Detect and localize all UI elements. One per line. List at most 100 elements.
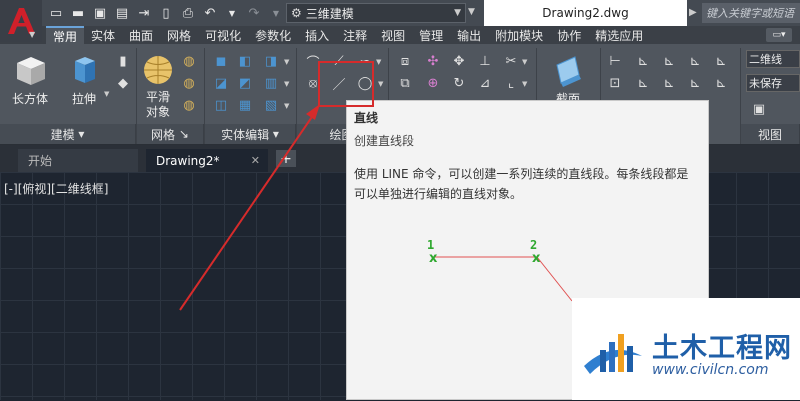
- viewport-config-icon[interactable]: ▣: [750, 100, 768, 118]
- export-icon[interactable]: ⇥: [134, 3, 154, 23]
- civilcn-logo-icon: [584, 334, 642, 374]
- tab-view[interactable]: 视图: [374, 26, 412, 44]
- new-tab-button[interactable]: +: [276, 150, 296, 167]
- title-bar: ▭ ▬ ▣ ▤ ⇥ ▯ ⎙ ↶ ▼ ↷ ▼ ⚙ 三维建模 ▼ ▼ Drawing…: [0, 0, 800, 26]
- ucs-icon[interactable]: ⊢: [606, 52, 624, 70]
- extract-edges-icon[interactable]: ◩: [236, 74, 254, 92]
- mesh-edit-icon[interactable]: ◍: [180, 96, 198, 114]
- open-icon[interactable]: ▬: [68, 3, 88, 23]
- box-icon: [10, 50, 50, 90]
- application-menu-button[interactable]: ▼ A: [0, 0, 42, 42]
- watermark-title: 土木工程网: [652, 333, 792, 364]
- tab-start-label: 开始: [28, 154, 53, 168]
- chevron-right-icon[interactable]: ▶: [689, 7, 697, 18]
- draw-dropdown-2-icon[interactable]: ▼: [378, 80, 383, 88]
- subtract-icon[interactable]: ◪: [212, 74, 230, 92]
- view-combo[interactable]: 未保存: [746, 74, 800, 92]
- section-plane-button[interactable]: 截面: [548, 50, 588, 107]
- intersect-icon[interactable]: ◫: [212, 96, 230, 114]
- thicken-icon[interactable]: ▦: [236, 96, 254, 114]
- mesh-crease-icon[interactable]: ◍: [180, 74, 198, 92]
- ribbon-minimize-button[interactable]: ▭▾: [766, 28, 792, 42]
- save-as-icon[interactable]: ▤: [112, 3, 132, 23]
- tab-output[interactable]: 输出: [450, 26, 488, 44]
- tab-start[interactable]: 开始: [18, 149, 138, 172]
- interfere-icon[interactable]: ◨: [262, 52, 280, 70]
- shell-icon[interactable]: ▥: [262, 74, 280, 92]
- box-button[interactable]: 长方体: [10, 50, 50, 107]
- section-plane-icon: [548, 50, 588, 90]
- workspace-selector[interactable]: ⚙ 三维建模 ▼: [286, 3, 466, 23]
- point-2-marker-icon: x: [532, 251, 541, 266]
- tab-addins[interactable]: 附加模块: [488, 26, 550, 44]
- tab-home[interactable]: 常用: [46, 26, 85, 44]
- print-icon[interactable]: ⎙: [178, 3, 198, 23]
- search-input[interactable]: 键入关键字或短语: [702, 3, 800, 23]
- tab-insert[interactable]: 插入: [298, 26, 336, 44]
- ucs-x-icon[interactable]: ⊾: [686, 74, 704, 92]
- mesh-panel-footer[interactable]: 网格 ↘: [137, 124, 204, 144]
- offset-icon[interactable]: ⧉: [396, 74, 414, 92]
- new-icon[interactable]: ▭: [46, 3, 66, 23]
- tab-mesh[interactable]: 网格: [160, 26, 198, 44]
- redo-icon[interactable]: ↷: [244, 3, 264, 23]
- ucs-origin-icon[interactable]: ⊾: [660, 52, 678, 70]
- extrude-dropdown-icon[interactable]: ▼: [104, 90, 109, 98]
- polysolid-icon[interactable]: ◆: [114, 74, 132, 92]
- tab-collaborate[interactable]: 协作: [550, 26, 588, 44]
- rotate-icon[interactable]: ↻: [450, 74, 468, 92]
- ucs-z-icon[interactable]: ⊾: [686, 52, 704, 70]
- ucs-world-icon[interactable]: ⊾: [634, 52, 652, 70]
- redo-dropdown-icon[interactable]: ▼: [266, 3, 286, 23]
- chevron-down-icon: ▼: [454, 8, 461, 18]
- presspull-icon[interactable]: ▮: [114, 52, 132, 70]
- fillet-icon[interactable]: ⌞: [502, 74, 520, 92]
- extrude-button[interactable]: 拉伸: [64, 50, 104, 107]
- gear-icon: ⚙: [291, 6, 302, 20]
- tab-annotate[interactable]: 注释: [336, 26, 374, 44]
- solid-edit-panel-footer[interactable]: 实体编辑 ▾: [205, 124, 296, 144]
- mirror-icon[interactable]: ⧈: [396, 52, 414, 70]
- ucs-view-icon[interactable]: ⊡: [606, 74, 624, 92]
- move-icon[interactable]: ✥: [450, 52, 468, 70]
- tab-featured-apps[interactable]: 精选应用: [588, 26, 650, 44]
- customize-qat-icon[interactable]: ▼: [468, 7, 475, 17]
- point-2-label: 2: [530, 238, 537, 252]
- undo-dropdown-icon[interactable]: ▼: [222, 3, 242, 23]
- slice-icon[interactable]: ◧: [236, 52, 254, 70]
- stretch-icon[interactable]: ⊿: [476, 74, 494, 92]
- share-icon[interactable]: ▯: [156, 3, 176, 23]
- union-icon[interactable]: ◼: [212, 52, 230, 70]
- viewport-controls[interactable]: [-][俯视][二维线框]: [4, 180, 108, 197]
- ucs-3point-icon[interactable]: ⊾: [712, 52, 730, 70]
- view-panel-footer[interactable]: 视图: [741, 124, 800, 144]
- 3d-rotate-icon[interactable]: ⊕: [424, 74, 442, 92]
- undo-icon[interactable]: ↶: [200, 3, 220, 23]
- close-icon[interactable]: ✕: [251, 154, 260, 167]
- modify-dropdown-1-icon[interactable]: ▼: [522, 58, 527, 66]
- ucs-object-icon[interactable]: ⊾: [634, 74, 652, 92]
- tab-drawing2[interactable]: Drawing2* ✕: [146, 149, 268, 172]
- tab-visualize[interactable]: 可视化: [198, 26, 248, 44]
- separate-icon[interactable]: ▧: [262, 96, 280, 114]
- solid-edit-dropdown-3-icon[interactable]: ▼: [284, 102, 289, 110]
- modeling-panel-footer[interactable]: 建模 ▾: [0, 124, 136, 144]
- solid-edit-dropdown-1-icon[interactable]: ▼: [284, 58, 289, 66]
- 3d-move-icon[interactable]: ✣: [424, 52, 442, 70]
- tab-solid[interactable]: 实体: [84, 26, 122, 44]
- tab-surface[interactable]: 曲面: [122, 26, 160, 44]
- align-icon[interactable]: ⊥: [476, 52, 494, 70]
- visual-style-combo[interactable]: 二维线: [746, 50, 800, 68]
- save-icon[interactable]: ▣: [90, 3, 110, 23]
- trim-icon[interactable]: ✂: [502, 52, 520, 70]
- modify-dropdown-2-icon[interactable]: ▼: [522, 80, 527, 88]
- draw-dropdown-1-icon[interactable]: ▼: [376, 58, 381, 66]
- tab-parametric[interactable]: 参数化: [248, 26, 298, 44]
- mesh-refine-icon[interactable]: ◍: [180, 52, 198, 70]
- ucs-face-icon[interactable]: ⊾: [660, 74, 678, 92]
- ucs-y-icon[interactable]: ⊾: [712, 74, 730, 92]
- tab-manage[interactable]: 管理: [412, 26, 450, 44]
- solid-edit-dropdown-2-icon[interactable]: ▼: [284, 80, 289, 88]
- smooth-object-button[interactable]: 平滑 对象: [138, 50, 178, 120]
- view-panel-title: 视图: [757, 127, 782, 142]
